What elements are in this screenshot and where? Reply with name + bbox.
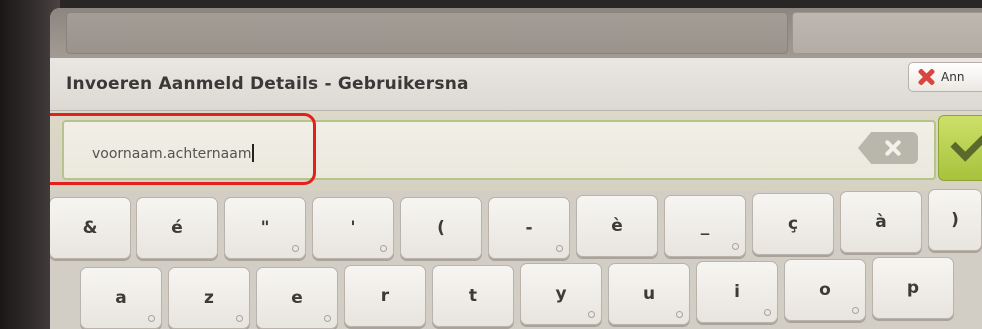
cancel-button-label: Ann	[941, 70, 965, 84]
key-open-paren[interactable]: (	[400, 197, 482, 259]
key-label: o	[819, 280, 831, 300]
key-label: '	[350, 218, 356, 238]
key-label: r	[380, 286, 390, 306]
key-underscore[interactable]: _	[664, 195, 746, 257]
key-accent-indicator	[676, 311, 683, 318]
key-accent-indicator	[380, 245, 387, 252]
key-ampersand[interactable]: &	[50, 197, 131, 259]
checkmark-icon	[950, 123, 982, 162]
key-label: u	[642, 284, 656, 304]
key-label: è	[611, 216, 623, 236]
key-label: ç	[787, 214, 799, 234]
key-accent-indicator	[764, 309, 771, 316]
key-i[interactable]: i	[696, 261, 778, 323]
key-a[interactable]: a	[80, 267, 162, 329]
key-u[interactable]: u	[608, 263, 690, 325]
key-label: à	[875, 212, 887, 232]
key-label: y	[555, 284, 567, 304]
dialog-title: Invoeren Aanmeld Details - Gebruikersna	[66, 74, 469, 94]
key-accent-indicator	[588, 311, 595, 318]
key-accent-indicator	[732, 243, 739, 250]
key-label: -	[525, 218, 533, 238]
key-accent-indicator	[852, 307, 859, 314]
key-e-acute[interactable]: é	[136, 197, 218, 259]
key-label: é	[171, 218, 183, 238]
key-label: a	[115, 288, 127, 308]
key-accent-indicator	[324, 315, 331, 322]
key-label: e	[291, 288, 303, 308]
key-accent-indicator	[148, 315, 155, 322]
key-label: "	[260, 218, 270, 238]
key-hyphen[interactable]: -	[488, 197, 570, 259]
on-screen-keyboard: & é " ' ( - è _ ç à ) a z e r t y u i o …	[50, 189, 982, 329]
key-label: &	[82, 218, 98, 238]
key-apostrophe[interactable]: '	[312, 197, 394, 259]
close-icon	[915, 67, 937, 87]
key-c-cedilla[interactable]: ç	[752, 193, 834, 255]
key-label: _	[700, 216, 710, 236]
key-label: (	[437, 218, 445, 238]
key-accent-indicator	[556, 245, 563, 252]
confirm-button[interactable]	[938, 115, 982, 181]
key-t[interactable]: t	[432, 265, 514, 327]
key-label: t	[468, 286, 478, 306]
key-quote[interactable]: "	[224, 197, 306, 259]
key-label: p	[906, 278, 920, 298]
top-tab[interactable]	[66, 12, 788, 54]
key-y[interactable]: y	[520, 263, 602, 325]
key-p[interactable]: p	[872, 257, 954, 319]
key-close-paren[interactable]: )	[928, 189, 982, 251]
screen: Invoeren Aanmeld Details - Gebruikersna …	[50, 8, 982, 329]
key-r[interactable]: r	[344, 265, 426, 327]
key-e-grave[interactable]: è	[576, 195, 658, 257]
highlight-box	[50, 113, 316, 185]
key-accent-indicator	[236, 315, 243, 322]
key-e[interactable]: e	[256, 267, 338, 329]
key-label: z	[204, 288, 214, 308]
key-z[interactable]: z	[168, 267, 250, 329]
cancel-button[interactable]: Ann	[908, 62, 982, 92]
key-o[interactable]: o	[784, 259, 866, 321]
dialog-header: Invoeren Aanmeld Details - Gebruikersna …	[50, 58, 982, 111]
backspace-icon	[883, 138, 903, 158]
top-tab-secondary[interactable]	[792, 12, 982, 54]
key-accent-indicator	[292, 245, 299, 252]
key-label: i	[734, 282, 740, 302]
top-bar	[50, 8, 982, 58]
key-label: )	[951, 210, 959, 230]
key-a-grave[interactable]: à	[840, 191, 922, 253]
